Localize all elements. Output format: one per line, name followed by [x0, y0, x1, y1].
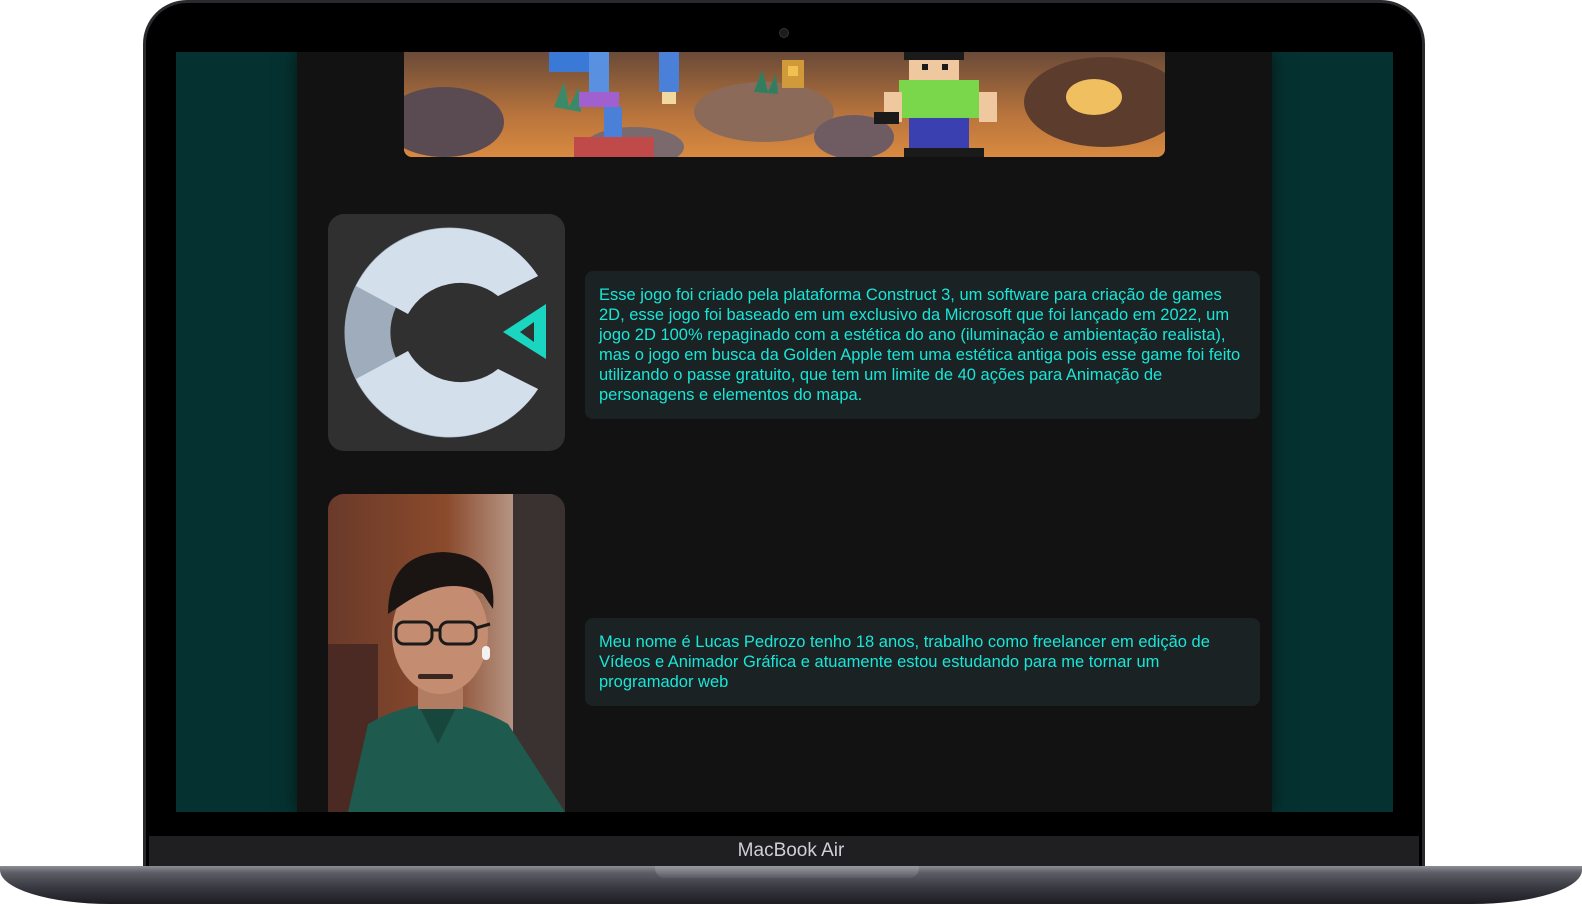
page-content-column: Esse jogo foi criado pela plataforma Con…	[297, 52, 1272, 812]
device-brand-label: MacBook Air	[737, 840, 845, 861]
laptop-mockup: Esse jogo foi criado pela plataforma Con…	[0, 0, 1582, 909]
construct3-description-text: Esse jogo foi criado pela plataforma Con…	[599, 286, 1241, 404]
pixel-art-game-banner-icon	[404, 52, 1165, 157]
author-bio-text: Meu nome é Lucas Pedrozo tenho 18 anos, …	[599, 633, 1210, 691]
game-banner-image	[404, 52, 1165, 157]
browser-viewport[interactable]: Esse jogo foi criado pela plataforma Con…	[176, 52, 1393, 812]
construct3-logo-icon	[344, 227, 546, 438]
laptop-hinge-notch	[655, 866, 919, 878]
author-bio-card: Meu nome é Lucas Pedrozo tenho 18 anos, …	[585, 618, 1260, 706]
construct3-logo-card	[328, 214, 565, 451]
author-portrait-photo-icon	[328, 494, 565, 812]
webcam-icon	[779, 28, 789, 38]
author-photo-card	[328, 494, 565, 812]
construct3-description-card: Esse jogo foi criado pela plataforma Con…	[585, 271, 1260, 419]
